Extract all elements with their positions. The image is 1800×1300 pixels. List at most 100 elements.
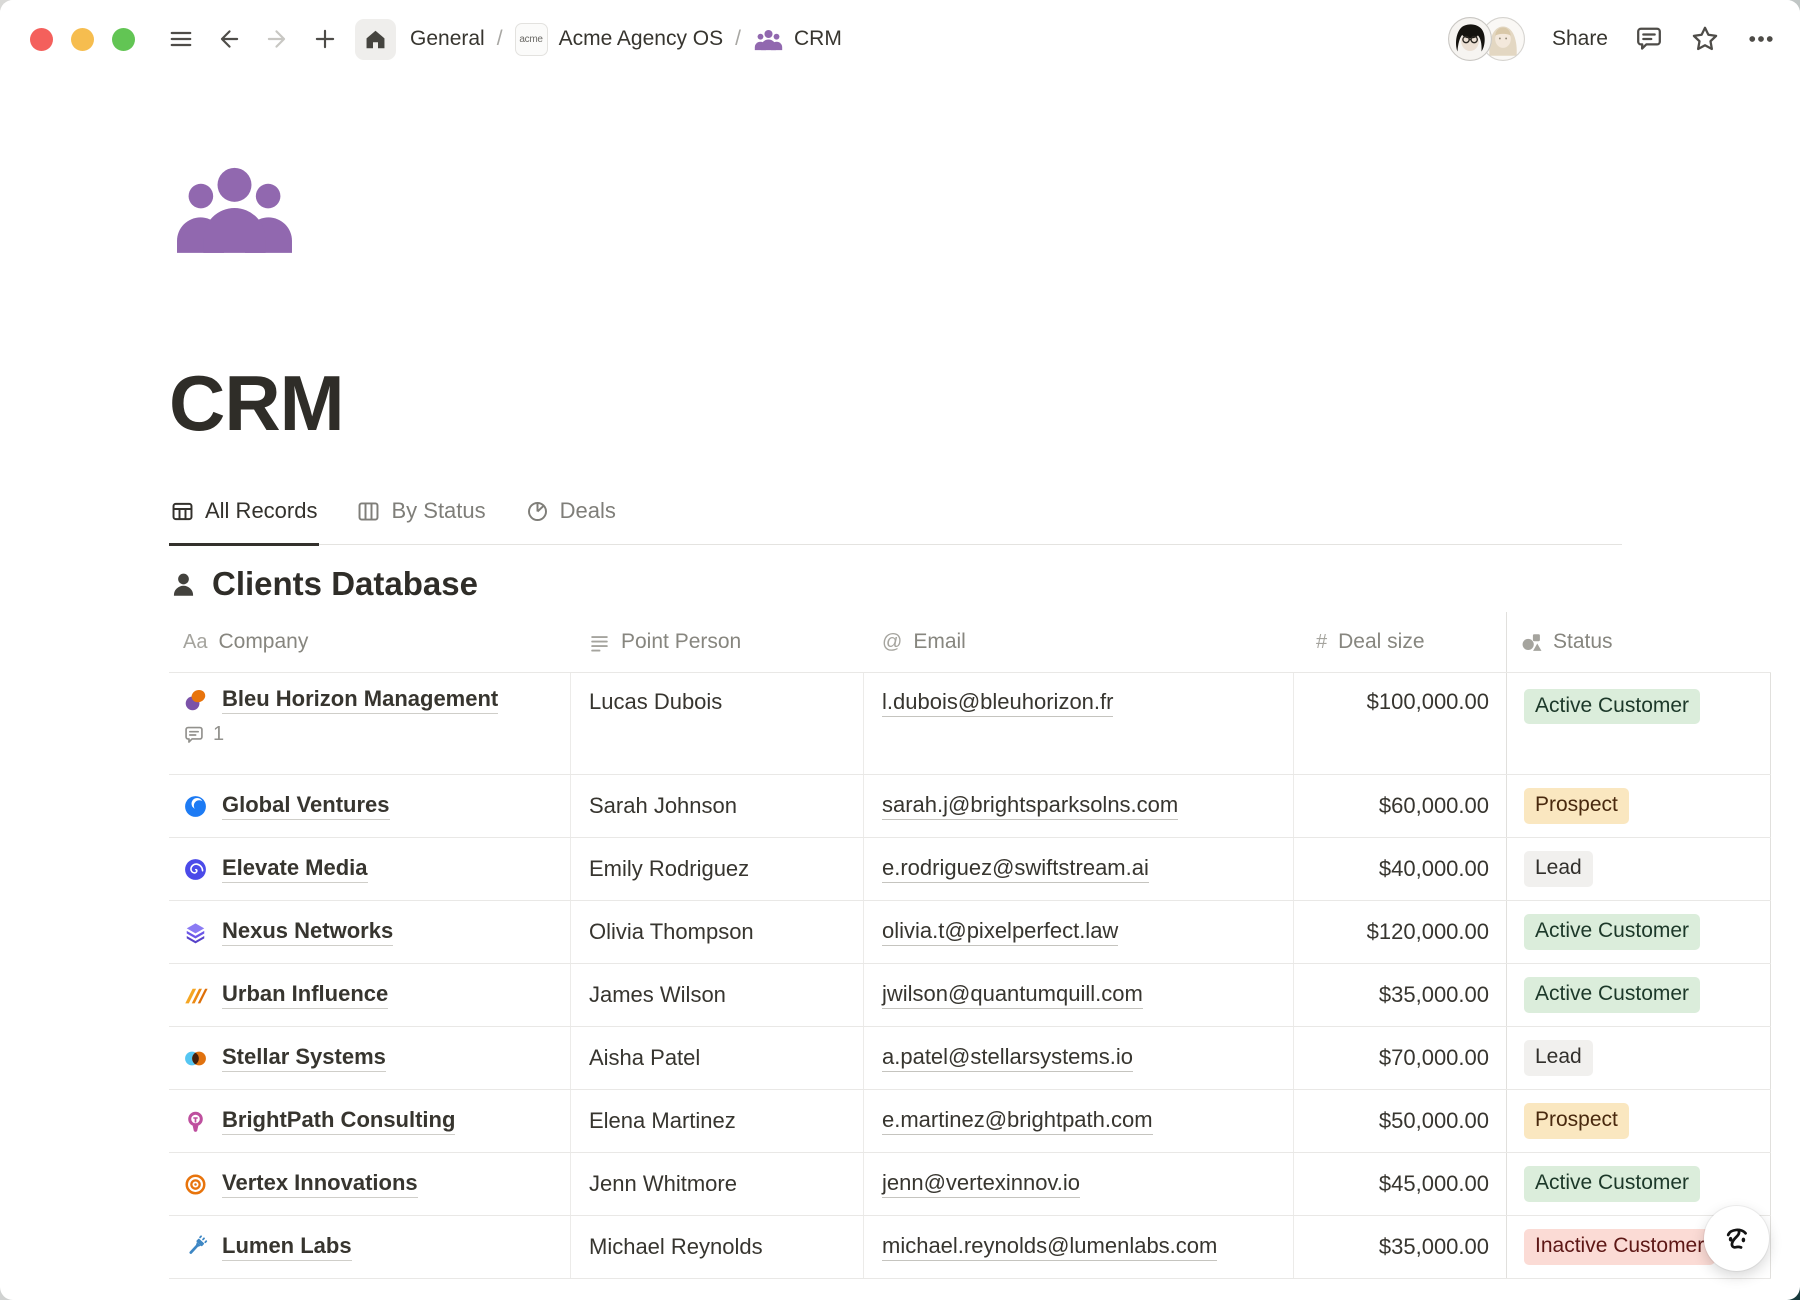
company-page-link[interactable]: Stellar Systems bbox=[222, 1044, 386, 1072]
email-link[interactable]: e.rodriguez@swiftstream.ai bbox=[882, 855, 1149, 883]
cell-company[interactable]: Bleu Horizon Management 1 bbox=[169, 673, 571, 774]
status-badge[interactable]: Prospect bbox=[1524, 788, 1629, 823]
status-badge[interactable]: Active Customer bbox=[1524, 977, 1700, 1012]
cell-status[interactable]: Prospect bbox=[1507, 775, 1771, 837]
tab-deals[interactable]: Deals bbox=[524, 480, 618, 546]
column-header-status[interactable]: Status bbox=[1507, 612, 1771, 672]
column-header-point-person[interactable]: Point Person bbox=[571, 612, 864, 672]
cell-status[interactable]: Active Customer bbox=[1507, 673, 1771, 774]
company-page-link[interactable]: BrightPath Consulting bbox=[222, 1107, 455, 1135]
acme-workspace-logo[interactable]: acme bbox=[515, 23, 548, 56]
company-page-link[interactable]: Elevate Media bbox=[222, 855, 368, 883]
cell-status[interactable]: Lead bbox=[1507, 838, 1771, 900]
email-link[interactable]: l.dubois@bleuhorizon.fr bbox=[882, 689, 1113, 717]
email-link[interactable]: olivia.t@pixelperfect.law bbox=[882, 918, 1118, 946]
cell-point-person[interactable]: Aisha Patel bbox=[571, 1027, 864, 1089]
comments-icon[interactable] bbox=[1634, 24, 1664, 54]
cell-deal-size[interactable]: $40,000.00 bbox=[1294, 838, 1507, 900]
company-page-link[interactable]: Vertex Innovations bbox=[222, 1170, 418, 1198]
cell-deal-size[interactable]: $35,000.00 bbox=[1294, 964, 1507, 1026]
cell-email[interactable]: e.rodriguez@swiftstream.ai bbox=[864, 838, 1294, 900]
breadcrumb-crm[interactable]: CRM bbox=[794, 27, 842, 51]
cell-status[interactable]: Active Customer bbox=[1507, 964, 1771, 1026]
sidebar-toggle-icon[interactable] bbox=[163, 21, 199, 57]
email-link[interactable]: a.patel@stellarsystems.io bbox=[882, 1044, 1133, 1072]
cell-point-person[interactable]: James Wilson bbox=[571, 964, 864, 1026]
new-tab-plus-icon[interactable] bbox=[307, 21, 343, 57]
cell-company[interactable]: Lumen Labs bbox=[169, 1216, 571, 1278]
tab-by-status[interactable]: By Status bbox=[355, 480, 487, 546]
status-badge[interactable]: Inactive Customer bbox=[1524, 1229, 1715, 1264]
cell-email[interactable]: sarah.j@brightsparksolns.com bbox=[864, 775, 1294, 837]
company-page-link[interactable]: Lumen Labs bbox=[222, 1233, 352, 1261]
share-button[interactable]: Share bbox=[1552, 27, 1608, 51]
page-icon-people-group[interactable] bbox=[169, 161, 300, 255]
cell-company[interactable]: Elevate Media bbox=[169, 838, 571, 900]
cell-deal-size[interactable]: $60,000.00 bbox=[1294, 775, 1507, 837]
status-badge[interactable]: Active Customer bbox=[1524, 1166, 1700, 1201]
cell-deal-size[interactable]: $45,000.00 bbox=[1294, 1153, 1507, 1215]
cell-point-person[interactable]: Emily Rodriguez bbox=[571, 838, 864, 900]
column-header-deal-size[interactable]: #Deal size bbox=[1294, 612, 1507, 672]
cell-email[interactable]: jenn@vertexinnov.io bbox=[864, 1153, 1294, 1215]
cell-deal-size[interactable]: $35,000.00 bbox=[1294, 1216, 1507, 1278]
cell-company[interactable]: Stellar Systems bbox=[169, 1027, 571, 1089]
notion-ai-face-button[interactable] bbox=[1704, 1206, 1769, 1271]
cell-status[interactable]: Prospect bbox=[1507, 1090, 1771, 1152]
company-page-link[interactable]: Bleu Horizon Management bbox=[222, 686, 498, 714]
forward-arrow-icon[interactable] bbox=[259, 21, 295, 57]
company-page-link[interactable]: Nexus Networks bbox=[222, 918, 393, 946]
cell-status[interactable]: Lead bbox=[1507, 1027, 1771, 1089]
minimize-window-button[interactable] bbox=[71, 28, 94, 51]
cell-company[interactable]: Nexus Networks bbox=[169, 901, 571, 963]
status-badge[interactable]: Active Customer bbox=[1524, 689, 1700, 724]
cell-email[interactable]: jwilson@quantumquill.com bbox=[864, 964, 1294, 1026]
cell-email[interactable]: a.patel@stellarsystems.io bbox=[864, 1027, 1294, 1089]
tab-all-records[interactable]: All Records bbox=[169, 480, 319, 546]
column-header-company[interactable]: AaCompany bbox=[169, 612, 571, 672]
cell-company[interactable]: Global Ventures bbox=[169, 775, 571, 837]
clients-table: AaCompanyPoint Person@Email#Deal sizeSta… bbox=[169, 612, 1771, 1279]
cell-point-person[interactable]: Michael Reynolds bbox=[571, 1216, 864, 1278]
cell-point-person[interactable]: Lucas Dubois bbox=[571, 673, 864, 774]
cell-point-person[interactable]: Jenn Whitmore bbox=[571, 1153, 864, 1215]
company-page-link[interactable]: Urban Influence bbox=[222, 981, 388, 1009]
close-window-button[interactable] bbox=[30, 28, 53, 51]
cell-point-person[interactable]: Elena Martinez bbox=[571, 1090, 864, 1152]
cell-deal-size[interactable]: $120,000.00 bbox=[1294, 901, 1507, 963]
status-badge[interactable]: Prospect bbox=[1524, 1103, 1629, 1138]
cell-deal-size[interactable]: $70,000.00 bbox=[1294, 1027, 1507, 1089]
back-arrow-icon[interactable] bbox=[211, 21, 247, 57]
cell-email[interactable]: e.martinez@brightpath.com bbox=[864, 1090, 1294, 1152]
status-badge[interactable]: Active Customer bbox=[1524, 914, 1700, 949]
breadcrumb-acme-agency-os[interactable]: Acme Agency OS bbox=[559, 27, 724, 51]
more-options-icon[interactable] bbox=[1746, 24, 1776, 54]
collaborator-avatars[interactable] bbox=[1447, 16, 1526, 62]
email-link[interactable]: jwilson@quantumquill.com bbox=[882, 981, 1143, 1009]
email-link[interactable]: michael.reynolds@lumenlabs.com bbox=[882, 1233, 1217, 1261]
favorite-star-icon[interactable] bbox=[1690, 24, 1720, 54]
cell-point-person[interactable]: Olivia Thompson bbox=[571, 901, 864, 963]
email-link[interactable]: sarah.j@brightsparksolns.com bbox=[882, 792, 1178, 820]
email-link[interactable]: e.martinez@brightpath.com bbox=[882, 1107, 1153, 1135]
company-page-link[interactable]: Global Ventures bbox=[222, 792, 390, 820]
cell-email[interactable]: michael.reynolds@lumenlabs.com bbox=[864, 1216, 1294, 1278]
email-link[interactable]: jenn@vertexinnov.io bbox=[882, 1170, 1080, 1198]
cell-company[interactable]: Urban Influence bbox=[169, 964, 571, 1026]
cell-point-person[interactable]: Sarah Johnson bbox=[571, 775, 864, 837]
cell-email[interactable]: olivia.t@pixelperfect.law bbox=[864, 901, 1294, 963]
cell-company[interactable]: Vertex Innovations bbox=[169, 1153, 571, 1215]
comment-count[interactable]: 1 bbox=[183, 723, 224, 746]
status-badge[interactable]: Lead bbox=[1524, 851, 1593, 886]
breadcrumb-general[interactable]: General bbox=[410, 27, 485, 51]
column-header-email[interactable]: @Email bbox=[864, 612, 1294, 672]
zoom-window-button[interactable] bbox=[112, 28, 135, 51]
cell-status[interactable]: Active Customer bbox=[1507, 901, 1771, 963]
database-title-text[interactable]: Clients Database bbox=[212, 565, 478, 603]
cell-email[interactable]: l.dubois@bleuhorizon.fr bbox=[864, 673, 1294, 774]
cell-deal-size[interactable]: $50,000.00 bbox=[1294, 1090, 1507, 1152]
home-icon[interactable] bbox=[355, 19, 396, 60]
cell-company[interactable]: BrightPath Consulting bbox=[169, 1090, 571, 1152]
cell-deal-size[interactable]: $100,000.00 bbox=[1294, 673, 1507, 774]
status-badge[interactable]: Lead bbox=[1524, 1040, 1593, 1075]
